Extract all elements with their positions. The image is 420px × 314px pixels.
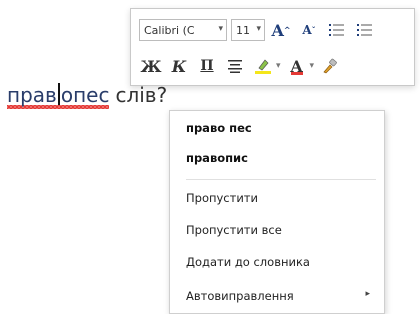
font-size-combobox[interactable]: 11 ▾	[231, 19, 265, 41]
italic-button[interactable]: К	[167, 54, 191, 78]
bold-button[interactable]: Ж	[139, 54, 163, 78]
document-text-line[interactable]: прав опес слів?	[7, 83, 167, 107]
misspelled-word[interactable]: прав опес	[7, 83, 110, 109]
chevron-down-icon: ▾	[256, 24, 261, 34]
mini-toolbar: Calibri (C ▾ 11 ▾ A ^ Aˇ Ж К П ▾ A ▾	[130, 8, 415, 86]
format-painter-button[interactable]	[318, 54, 342, 78]
document-rest-text: слів?	[115, 83, 168, 107]
menu-suggestion-1[interactable]: право пес	[170, 115, 384, 141]
numbering-button[interactable]	[353, 18, 377, 42]
bullets-button[interactable]	[325, 18, 349, 42]
align-center-icon	[228, 60, 242, 73]
list-numbers-icon	[357, 24, 372, 36]
shrink-font-button[interactable]: Aˇ	[297, 18, 321, 42]
list-bullets-icon	[329, 24, 344, 36]
word-part-before-cursor: прав	[7, 83, 57, 107]
align-center-button[interactable]	[223, 54, 247, 78]
menu-separator	[186, 179, 376, 180]
menu-item-ignore-all[interactable]: Пропустити все	[170, 217, 384, 243]
chevron-down-icon[interactable]: ▾	[310, 61, 315, 71]
highlight-button[interactable]	[251, 54, 275, 78]
font-color-button[interactable]: A	[285, 54, 309, 78]
spelling-context-menu: право пес правопис Пропустити Пропустити…	[169, 110, 385, 314]
underline-button[interactable]: П	[195, 54, 219, 78]
menu-item-autocorrect-label: Автовиправлення	[186, 289, 294, 303]
menu-item-autocorrect[interactable]: Автовиправлення ▸	[170, 283, 384, 309]
mini-toolbar-row-font: Calibri (C ▾ 11 ▾ A ^ Aˇ	[131, 13, 414, 47]
word-part-after-cursor: опес	[60, 83, 110, 107]
grow-font-label: A	[271, 20, 284, 40]
menu-item-add-to-dictionary[interactable]: Додати до словника	[170, 249, 384, 275]
highlighter-icon	[255, 59, 271, 74]
format-painter-icon	[323, 58, 337, 74]
font-name-value: Calibri (C	[144, 23, 195, 37]
mini-toolbar-row-format: Ж К П ▾ A ▾	[131, 49, 414, 83]
font-size-value: 11	[236, 23, 250, 37]
menu-suggestion-2[interactable]: правопис	[170, 145, 384, 171]
chevron-right-icon: ▸	[365, 289, 370, 299]
chevron-down-icon[interactable]: ▾	[276, 61, 281, 71]
chevron-down-icon: ▾	[218, 24, 223, 34]
text-cursor	[57, 83, 60, 105]
menu-item-ignore[interactable]: Пропустити	[170, 185, 384, 211]
font-name-combobox[interactable]: Calibri (C ▾	[139, 19, 227, 41]
grow-font-button[interactable]: A ^	[269, 18, 293, 42]
shrink-font-label: A	[302, 23, 312, 37]
